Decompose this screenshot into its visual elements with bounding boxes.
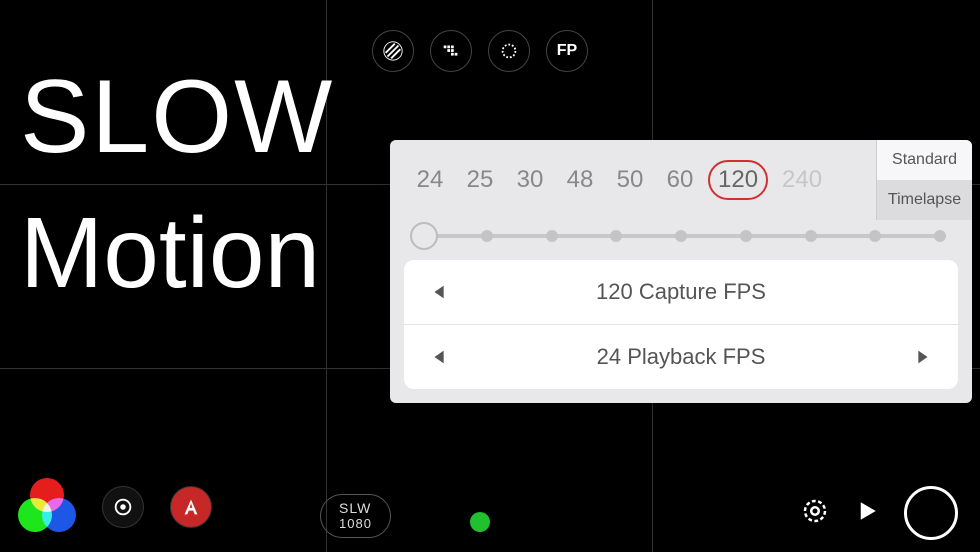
capture-fps-row: 120 Capture FPS xyxy=(404,260,958,325)
fp-icon[interactable]: FP xyxy=(546,30,588,72)
title-slow: SLOW xyxy=(20,58,334,177)
sun-icon[interactable] xyxy=(488,30,530,72)
indicator-dot xyxy=(470,512,490,532)
playback-slider[interactable] xyxy=(390,220,972,260)
resolution-label: 1080 xyxy=(339,516,372,531)
bottom-right-controls xyxy=(800,486,958,540)
play-icon[interactable] xyxy=(852,496,882,531)
mode-label: SLW xyxy=(339,501,372,516)
playback-fps-decrease[interactable] xyxy=(426,343,454,371)
fps-option-30[interactable]: 30 xyxy=(508,162,552,198)
peaking-icon[interactable] xyxy=(430,30,472,72)
fps-mode-tabs: Standard Timelapse xyxy=(876,140,972,220)
fps-option-25[interactable]: 25 xyxy=(458,162,502,198)
tab-timelapse[interactable]: Timelapse xyxy=(876,180,972,220)
playback-fps-label: 24 Playback FPS xyxy=(454,344,908,370)
a-icon[interactable] xyxy=(170,486,212,528)
zebra-icon[interactable] xyxy=(372,30,414,72)
capture-fps-label: 120 Capture FPS xyxy=(454,279,908,305)
bottom-left-controls xyxy=(18,478,212,536)
fps-option-list: 24 25 30 48 50 60 120 240 xyxy=(390,140,876,220)
fps-panel: 24 25 30 48 50 60 120 240 Standard Timel… xyxy=(390,140,972,403)
fps-option-60[interactable]: 60 xyxy=(658,162,702,198)
title-motion: Motion xyxy=(20,196,320,311)
rgb-icon[interactable] xyxy=(18,478,76,536)
tab-standard[interactable]: Standard xyxy=(876,140,972,180)
fps-option-50[interactable]: 50 xyxy=(608,162,652,198)
playback-fps-row: 24 Playback FPS xyxy=(404,325,958,389)
playback-fps-increase[interactable] xyxy=(908,343,936,371)
record-button[interactable] xyxy=(904,486,958,540)
target-icon[interactable] xyxy=(102,486,144,528)
top-icon-row: FP xyxy=(372,30,588,72)
mode-badge[interactable]: SLW 1080 xyxy=(320,494,391,538)
settings-icon[interactable] xyxy=(800,496,830,531)
fps-option-48[interactable]: 48 xyxy=(558,162,602,198)
fps-option-240: 240 xyxy=(774,162,830,198)
capture-fps-decrease[interactable] xyxy=(426,278,454,306)
fps-option-120[interactable]: 120 xyxy=(708,160,768,200)
fps-option-24[interactable]: 24 xyxy=(408,162,452,198)
slider-handle[interactable] xyxy=(410,222,438,250)
